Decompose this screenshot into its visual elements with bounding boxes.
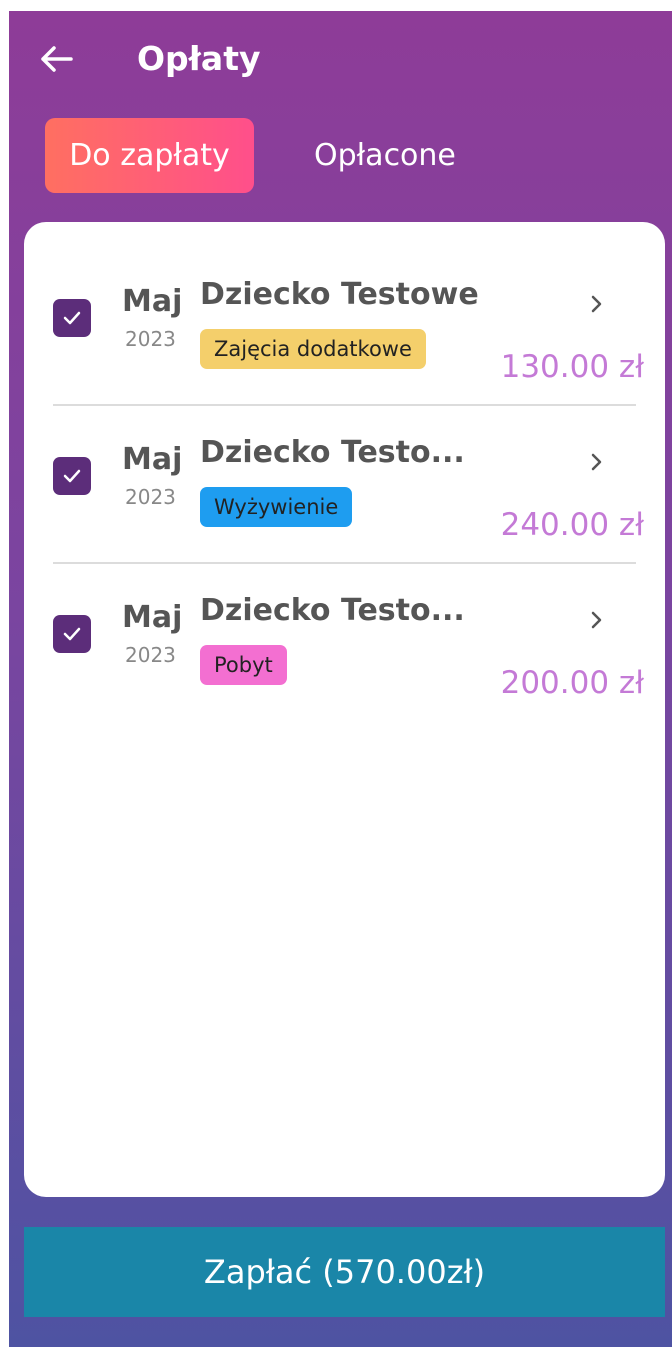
chevron-right-icon[interactable] [589,292,605,316]
arrow-left-icon[interactable] [39,45,73,73]
payment-year: 2023 [125,643,176,667]
payment-row[interactable]: Maj 2023 Dziecko Testo... Wyżywienie 240… [24,406,665,564]
payment-checkbox[interactable] [53,457,91,495]
tab-paid[interactable]: Opłacone [314,118,456,193]
child-name: Dziecko Testo... [200,435,465,470]
child-name: Dziecko Testowe [200,277,479,312]
payment-month: Maj [122,600,183,635]
pay-button[interactable]: Zapłać (570.00zł) [24,1227,665,1317]
check-icon [63,469,81,483]
chevron-right-icon[interactable] [589,450,605,474]
check-icon [63,627,81,641]
payment-year: 2023 [125,485,176,509]
payments-screen: Opłaty Do zapłaty Opłacone Maj 2023 Dzie… [9,11,672,1347]
payment-month: Maj [122,284,183,319]
payment-row[interactable]: Maj 2023 Dziecko Testo... Pobyt 200.00 z… [24,564,665,722]
payment-month: Maj [122,442,183,477]
payment-year: 2023 [125,327,176,351]
category-badge: Zajęcia dodatkowe [200,329,426,369]
payment-checkbox[interactable] [53,615,91,653]
payment-amount: 240.00 zł [500,507,644,543]
page-title: Opłaty [137,39,261,78]
child-name: Dziecko Testo... [200,593,465,628]
payment-amount: 200.00 zł [500,665,644,701]
check-icon [63,311,81,325]
category-badge: Wyżywienie [200,487,353,527]
tab-to-pay[interactable]: Do zapłaty [45,118,254,193]
payments-list: Maj 2023 Dziecko Testowe Zajęcia dodatko… [24,222,665,1197]
category-badge: Pobyt [200,645,287,685]
chevron-right-icon[interactable] [589,608,605,632]
app-header: Opłaty [9,11,672,121]
payment-row[interactable]: Maj 2023 Dziecko Testowe Zajęcia dodatko… [24,222,665,385]
payment-checkbox[interactable] [53,299,91,337]
payment-amount: 130.00 zł [500,349,644,385]
